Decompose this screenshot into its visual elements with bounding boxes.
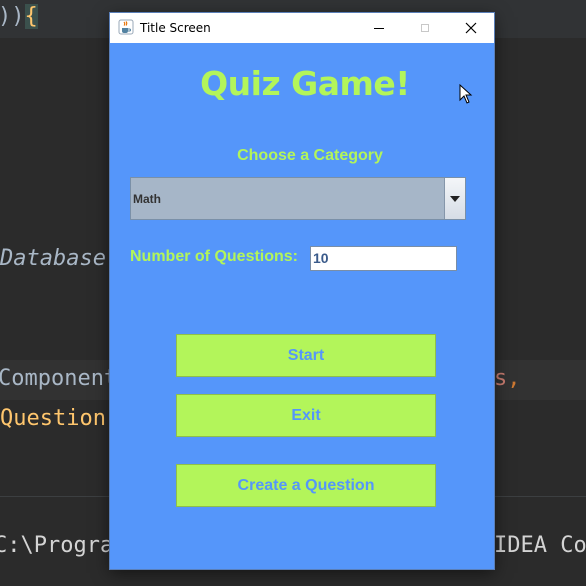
category-dropdown[interactable]: Math (130, 177, 466, 220)
num-questions-label: Number of Questions: (130, 248, 299, 265)
code-database: Database (0, 246, 106, 271)
create-question-button[interactable]: Create a Question (176, 464, 436, 507)
code-brace: { (24, 4, 38, 29)
console-path: C:\Progra (0, 533, 114, 558)
window-title: Title Screen (140, 21, 211, 35)
java-icon (118, 19, 134, 35)
code-line-top: )){ (0, 2, 38, 32)
close-button[interactable] (448, 13, 494, 43)
num-questions-input[interactable]: 10 (310, 246, 457, 271)
category-label: Choose a Category (237, 147, 383, 164)
close-icon (465, 22, 477, 34)
code-field: s (494, 366, 508, 391)
code-text: )) (0, 4, 25, 29)
minimize-button[interactable] (356, 13, 402, 43)
desktop: )){ Database Component Question s, C:\Pr… (0, 0, 586, 586)
start-button[interactable]: Start (176, 334, 436, 377)
console-ide-text: IDEA Co (494, 533, 586, 558)
code-right-fragment: s, (494, 364, 521, 394)
category-selected-value: Math (133, 192, 161, 206)
code-question: Question (0, 406, 106, 431)
quiz-title: Quiz Game! (200, 64, 410, 103)
exit-button[interactable]: Exit (176, 394, 436, 437)
code-comma: , (507, 366, 521, 391)
title-screen-panel: Quiz Game! Choose a Category Math Number… (110, 43, 494, 569)
code-component: Component (0, 366, 118, 391)
maximize-button (402, 13, 448, 43)
maximize-icon (421, 24, 429, 32)
window-titlebar[interactable]: Title Screen (110, 13, 494, 43)
dropdown-toggle[interactable] (444, 178, 465, 219)
minimize-icon (374, 27, 384, 29)
chevron-down-icon (450, 195, 460, 202)
mouse-cursor-icon (459, 84, 473, 104)
quiz-window: Title Screen Quiz Game! Choose a Categor… (110, 13, 494, 569)
